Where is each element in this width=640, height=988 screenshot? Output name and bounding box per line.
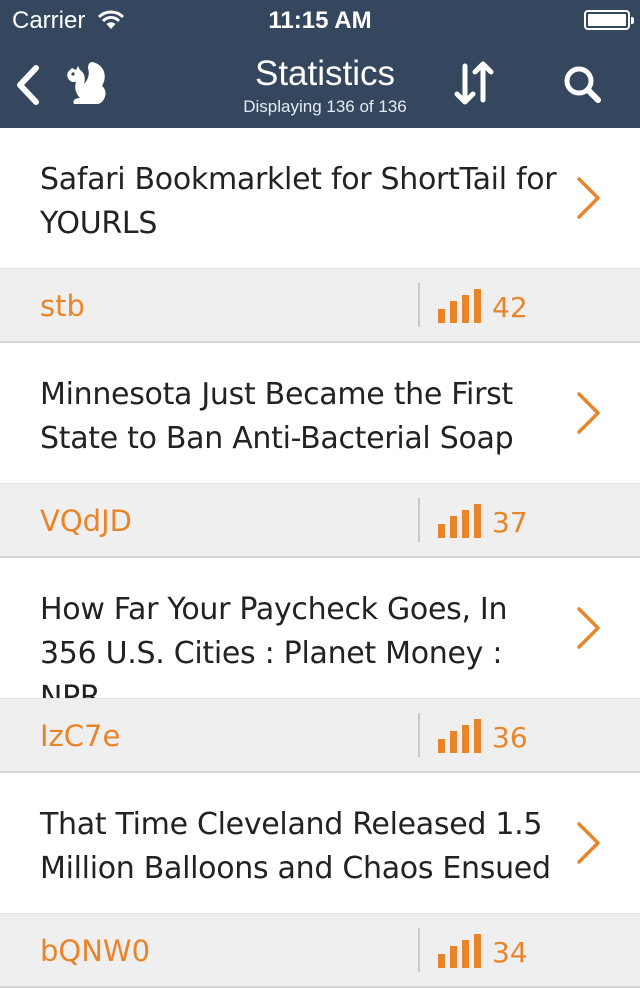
clock: 11:15 AM	[268, 7, 372, 34]
status-bar: Carrier 11:15 AM	[0, 0, 640, 40]
list-item: Safari Bookmarklet for ShortTail for YOU…	[0, 128, 640, 343]
click-count: 42	[492, 291, 528, 324]
battery-icon	[584, 10, 634, 30]
short-code: bQNW0	[40, 934, 151, 968]
page-title: Statistics	[254, 54, 396, 93]
bar-chart-icon	[438, 504, 481, 538]
short-code: stb	[40, 289, 85, 323]
sort-icon[interactable]	[452, 60, 496, 106]
chevron-right-icon	[577, 607, 600, 649]
chevron-right-icon	[577, 822, 600, 864]
meta-divider	[418, 498, 420, 542]
short-code: IzC7e	[40, 719, 121, 753]
bar-chart-icon	[438, 719, 481, 753]
meta-divider	[418, 283, 420, 327]
bar-chart-icon	[438, 289, 481, 323]
meta-divider	[418, 713, 420, 757]
chevron-right-icon	[577, 392, 600, 434]
click-count: 37	[492, 506, 528, 539]
search-icon[interactable]	[560, 62, 606, 108]
link-title: Safari Bookmarklet for ShortTail for YOU…	[40, 162, 557, 241]
link-meta: bQNW0 34	[0, 913, 640, 986]
link-row[interactable]: That Time Cleveland Released 1.5 Million…	[0, 773, 640, 913]
page-subtitle: Displaying 136 of 136	[243, 97, 407, 116]
meta-divider	[418, 928, 420, 972]
click-count: 34	[492, 936, 528, 969]
link-meta: stb 42	[0, 268, 640, 341]
chevron-right-icon	[577, 177, 600, 219]
link-list: Safari Bookmarklet for ShortTail for YOU…	[0, 128, 640, 988]
bar-chart-icon	[438, 934, 481, 968]
link-row[interactable]: Minnesota Just Became the First State to…	[0, 343, 640, 483]
list-item: How Far Your Paycheck Goes, In 356 U.S. …	[0, 558, 640, 773]
title-group: Statistics Displaying 136 of 136	[200, 54, 450, 118]
nav-bar: Carrier 11:15 AM Statistics Displaying 1…	[0, 0, 640, 128]
link-title: That Time Cleveland Released 1.5 Million…	[40, 807, 551, 886]
squirrel-logo-icon	[67, 62, 106, 104]
list-item: That Time Cleveland Released 1.5 Million…	[0, 773, 640, 988]
link-row[interactable]: Safari Bookmarklet for ShortTail for YOU…	[0, 128, 640, 268]
short-code: VQdJD	[40, 504, 132, 538]
link-meta: VQdJD 37	[0, 483, 640, 556]
list-item: Minnesota Just Became the First State to…	[0, 343, 640, 558]
click-count: 36	[492, 721, 528, 754]
link-meta: IzC7e 36	[0, 698, 640, 771]
link-title: Minnesota Just Became the First State to…	[40, 377, 514, 456]
link-row[interactable]: How Far Your Paycheck Goes, In 356 U.S. …	[0, 558, 640, 715]
back-chevron-icon[interactable]	[12, 62, 46, 108]
